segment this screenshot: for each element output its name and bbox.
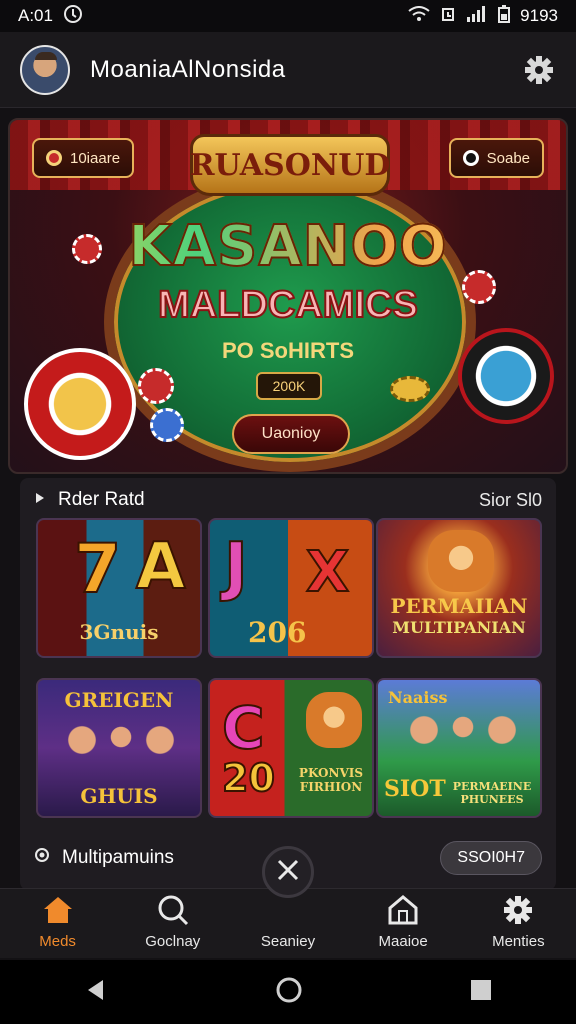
hero-subtitle: MALDCAMICS [157, 283, 419, 327]
game-card[interactable]: Naaiss SIOT PERMAEINE PHUNEES [376, 678, 542, 818]
game-card[interactable]: C 20 PKONVIS FIRHION [208, 678, 374, 818]
nav-label: Goclnay [145, 933, 201, 950]
wifi-icon [408, 5, 430, 27]
chip-icon [46, 150, 62, 166]
nav-item-home[interactable]: Meds [8, 893, 108, 950]
center-action-button[interactable] [262, 846, 314, 898]
nav-item-search[interactable]: Goclnay [123, 893, 223, 950]
roulette-wheel-left-graphic [24, 348, 136, 460]
house-icon [386, 893, 420, 927]
game-title: Naaiss [388, 688, 448, 707]
notification-icon [63, 4, 83, 29]
see-all-link[interactable]: Sior Sl0 [479, 490, 542, 511]
game-label: 206 [248, 616, 307, 649]
chevron-right-icon [34, 489, 46, 511]
multiplayer-title: Multipamuins [62, 847, 174, 868]
game-title: GREIGEN [64, 688, 174, 712]
status-bar: A:01 9193 [0, 0, 576, 32]
section-title: Rder Ratd [58, 489, 145, 510]
recents-icon[interactable] [469, 978, 493, 1007]
poker-chip-graphic [150, 408, 184, 442]
game-label-slot: SIOT [384, 776, 446, 802]
game-title: PERMAIIAN [390, 594, 528, 618]
nav-label: Seaniey [260, 933, 316, 950]
hero-right-button-label: Soabe [486, 149, 530, 167]
nav-label: Maaioe [378, 933, 428, 950]
game-card[interactable]: 7 A 3Gnuis [36, 518, 202, 658]
status-time: A:01 [18, 6, 53, 25]
nav-spacer [271, 893, 305, 927]
game-label: PERMAEINE PHUNEES [452, 780, 532, 806]
coin-graphic [390, 376, 430, 402]
nav-item-settings[interactable]: Menties [468, 893, 568, 950]
game-label: MULTIPANIAN [392, 618, 526, 637]
nav-label: Meds [39, 933, 76, 950]
battery-icon [498, 4, 511, 28]
app-title: MoaniaAlNonsida [90, 55, 286, 83]
reel-symbol: X [305, 539, 350, 606]
reel-symbol: 7 [73, 529, 122, 610]
bottom-nav: Meds Goclnay Seaniey Maaioe Menties [0, 888, 576, 958]
hero-banner[interactable]: 10iaare Soabe RUASONUD KASANOO MALDCAMIC… [8, 118, 568, 474]
games-section: Rder Ratd Sior Sl0 7 A 3Gnuis J X 206 PE… [20, 478, 556, 890]
nav-item-store[interactable]: Maaioe [353, 893, 453, 950]
reel-symbol: 20 [221, 755, 276, 801]
nav-label: Menties [492, 933, 545, 950]
battery-text: 9193 [520, 6, 558, 25]
game-label: GHUIS [80, 784, 158, 808]
characters-graphic [398, 706, 528, 766]
reel-symbol: J [223, 529, 249, 605]
avatar[interactable] [20, 44, 70, 95]
app-header: MoaniaAlNonsida [0, 32, 576, 108]
characters-graphic [56, 716, 186, 776]
game-card[interactable]: PERMAIIAN MULTIPANIAN [376, 518, 542, 658]
hero-tagline: PO SoHIRTS [221, 338, 354, 363]
search-icon [156, 893, 190, 927]
section-header: Rder Ratd Sior Sl0 [34, 486, 542, 514]
home-circle-icon[interactable] [275, 976, 303, 1009]
chip-icon [462, 150, 479, 166]
tiger-graphic [306, 692, 362, 748]
hero-left-button-label: 10iaare [70, 149, 121, 167]
close-icon [275, 857, 301, 888]
tiger-graphic [428, 530, 494, 592]
hero-left-button[interactable]: 10iaare [32, 138, 135, 178]
game-card[interactable]: J X 206 [208, 518, 374, 658]
back-icon[interactable] [83, 977, 109, 1008]
gear-icon [501, 893, 535, 927]
alarm-icon [440, 5, 456, 28]
multiplayer-button[interactable]: SSOI0H7 [440, 841, 542, 875]
signal-icon [466, 5, 488, 27]
hero-right-button[interactable]: Soabe [448, 138, 544, 178]
gear-icon[interactable] [522, 53, 556, 87]
system-nav-bar [0, 960, 576, 1024]
nav-item-center[interactable]: Seaniey [238, 893, 338, 950]
poker-chip-graphic [138, 368, 174, 404]
hero-banner-label: RUASONUD [190, 134, 390, 196]
hero-amount: 200K [256, 372, 322, 400]
radio-dot-icon [34, 847, 50, 869]
game-label: PKONVIS FIRHION [298, 766, 364, 794]
home-icon [41, 893, 75, 927]
game-label: 3Gnuis [79, 620, 159, 644]
hero-title: KASANOO [10, 213, 566, 280]
game-card[interactable]: GREIGEN GHUIS [36, 678, 202, 818]
reel-symbol: A [135, 529, 187, 605]
hero-cta-button[interactable]: Uaonioy [232, 414, 350, 454]
reel-symbol: C [221, 693, 266, 763]
